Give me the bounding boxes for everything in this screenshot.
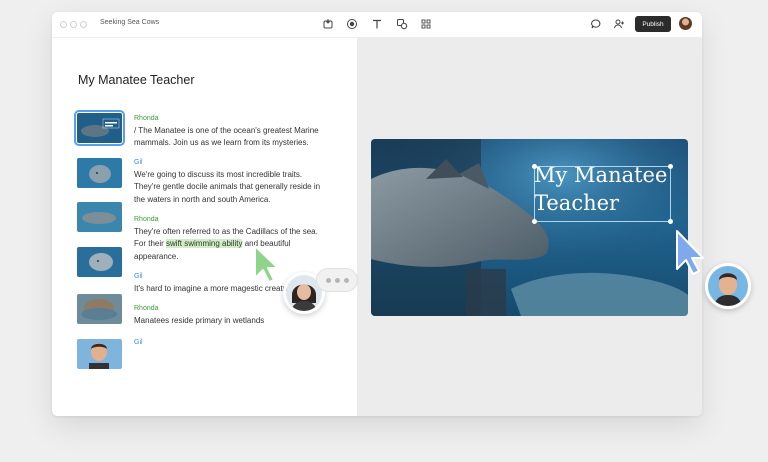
grid-icon[interactable] xyxy=(420,18,432,30)
typing-indicator xyxy=(316,268,358,292)
speaker-label: Rhonda xyxy=(134,115,159,122)
script-line: They're gentle docile animals that gener… xyxy=(134,182,321,192)
app-window: Seeking Sea Cows Publish My Manatee Teac… xyxy=(52,12,702,416)
text-icon[interactable] xyxy=(371,18,383,30)
scene-thumbnail[interactable] xyxy=(77,202,122,232)
window-minimize-button[interactable] xyxy=(70,21,77,28)
script-panel: My Manatee Teacher Rhonda / The Manatee … xyxy=(52,38,357,416)
text-selection-box[interactable] xyxy=(532,164,673,224)
speaker-label: Gil xyxy=(134,273,143,280)
page-title: My Manatee Teacher xyxy=(78,73,195,87)
layers-icon[interactable] xyxy=(396,18,408,30)
speaker-label: Gil xyxy=(134,339,143,346)
preview-panel: My Manatee Teacher xyxy=(357,38,702,416)
resize-handle[interactable] xyxy=(668,219,673,224)
script-line: the waters in north and south America. xyxy=(134,194,271,204)
script-paragraph[interactable]: We're going to discuss its most incredib… xyxy=(134,169,339,206)
comment-icon[interactable] xyxy=(590,18,602,30)
script-line: They're often referred to as the Cadilla… xyxy=(134,227,318,236)
script-paragraph[interactable]: They're often referred to as the Cadilla… xyxy=(134,226,339,263)
script-line: / The Manatee is one of the ocean's grea… xyxy=(134,126,319,135)
script-line: For their swift swimming ability and bea… xyxy=(134,238,339,250)
highlighted-text[interactable]: swift swimming ability xyxy=(166,239,243,249)
resize-handle[interactable] xyxy=(532,219,537,224)
script-line: mammals. Join us as we learn from its my… xyxy=(134,138,309,148)
script-paragraph[interactable]: Manatees reside primary in wetlands xyxy=(134,315,339,327)
collaborator-cursor-icon xyxy=(253,244,279,289)
script-paragraph[interactable]: / The Manatee is one of the ocean's grea… xyxy=(134,125,339,150)
avatar[interactable] xyxy=(679,17,692,30)
publish-button[interactable]: Publish xyxy=(635,16,671,32)
document-title: Seeking Sea Cows xyxy=(100,19,160,26)
scene-thumbnail[interactable] xyxy=(77,294,122,324)
scene-thumbnail[interactable] xyxy=(77,339,122,369)
collaborator-cursor-icon xyxy=(675,229,705,282)
speaker-label: Rhonda xyxy=(134,305,159,312)
window-zoom-button[interactable] xyxy=(80,21,87,28)
resize-handle[interactable] xyxy=(668,164,673,169)
record-icon[interactable] xyxy=(322,18,334,30)
script-line: appearance. xyxy=(134,251,179,261)
speaker-label: Rhonda xyxy=(134,216,159,223)
scene-thumbnail[interactable] xyxy=(77,158,122,188)
speaker-label: Gil xyxy=(134,159,143,166)
add-user-icon[interactable] xyxy=(613,18,625,30)
script-line: We're going to discuss its most incredib… xyxy=(134,170,303,179)
video-preview[interactable]: My Manatee Teacher xyxy=(371,139,688,316)
script-line: Manatees reside primary in wetlands xyxy=(134,316,265,325)
scene-thumbnail[interactable] xyxy=(74,110,125,146)
shape-icon[interactable] xyxy=(346,18,358,30)
collaborator-avatar xyxy=(705,263,751,309)
resize-handle[interactable] xyxy=(532,164,537,169)
scene-thumbnail[interactable] xyxy=(77,247,122,277)
window-close-button[interactable] xyxy=(60,21,67,28)
script-text: For their xyxy=(134,239,167,249)
title-bar: Seeking Sea Cows Publish xyxy=(52,12,702,38)
